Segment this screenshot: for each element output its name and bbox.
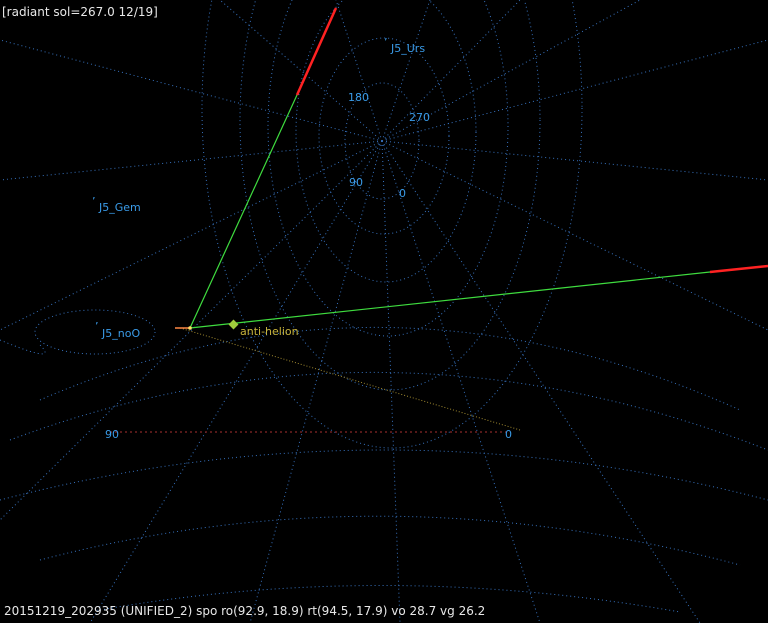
radiant-marker-icon: ʼ — [384, 36, 388, 49]
radiant-label: J5_noO — [101, 327, 140, 340]
track-upper-green — [189, 94, 298, 329]
radiant-j5-noo[interactable]: ʼ J5_noO — [95, 320, 140, 340]
ring-label-270: 270 — [409, 111, 430, 124]
radiant-j5-gem[interactable]: ʼ J5_Gem — [92, 195, 141, 214]
horizon-label-90: 90 — [105, 428, 119, 441]
coordinate-grid — [0, 0, 768, 623]
track-upper-red — [295, 7, 338, 96]
meteor-track[interactable] — [175, 7, 768, 330]
radiant-marker-icon: ʼ — [95, 320, 99, 333]
radiant-marker-icon: ʼ — [92, 195, 96, 208]
track-right-red — [709, 264, 768, 274]
anti-helion-label: anti-helion — [240, 325, 299, 338]
radiant-sol-label: [radiant sol=267.0 12/19] — [2, 5, 158, 19]
ring-label-180: 180 — [348, 91, 369, 104]
track-start-point — [188, 326, 192, 330]
anti-helion-marker[interactable] — [228, 319, 239, 330]
ring-label-90: 90 — [349, 176, 363, 189]
status-line: 20151219_202935 (UNIFIED_2) spo ro(92.9,… — [4, 604, 486, 618]
ecliptic-line — [179, 327, 521, 431]
radiant-j5-urs[interactable]: ʼ J5_Urs — [384, 36, 425, 55]
ring-label-0: 0 — [399, 187, 406, 200]
radiant-label: J5_Gem — [98, 201, 141, 214]
track-right-green — [189, 271, 711, 329]
radiant-label: J5_Urs — [390, 42, 425, 55]
horizon-label-0: 0 — [505, 428, 512, 441]
sky-chart[interactable]: anti-helion ʼ J5_Urs ʼ J5_Gem ʼ J5_noO 1… — [0, 0, 768, 623]
